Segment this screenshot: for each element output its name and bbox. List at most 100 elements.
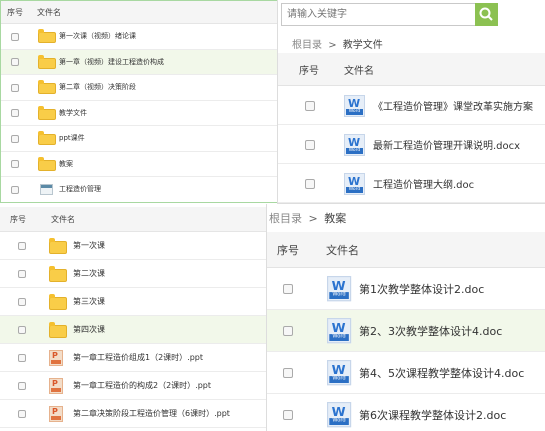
search-button[interactable] xyxy=(475,3,498,26)
word-doc-tag: Word xyxy=(346,147,363,154)
ppt-tag xyxy=(51,416,61,420)
file-name[interactable]: ppt课件 xyxy=(59,133,85,143)
table-header: 序号 文件名 xyxy=(267,232,545,268)
word-doc-tag: Word xyxy=(329,292,349,300)
word-doc-icon: W Word xyxy=(344,172,365,195)
file-name[interactable]: 教学文件 xyxy=(59,108,87,118)
file-name[interactable]: 第二章（视频）决策阶段 xyxy=(59,82,136,92)
thumbnail-header-bar xyxy=(41,184,52,188)
file-name[interactable]: 第2、3次教学整体设计4.doc xyxy=(359,323,502,339)
table-row[interactable]: 第一章（视频）建设工程造价构成 xyxy=(1,49,279,75)
row-checkbox[interactable] xyxy=(11,134,19,143)
row-checkbox[interactable] xyxy=(11,185,19,194)
table-row[interactable]: P 第一章工程造价组成1（2课时）.ppt xyxy=(0,344,268,372)
row-checkbox[interactable] xyxy=(18,354,26,362)
table-row[interactable]: W Word 第6次课程教学整体设计2.doc xyxy=(267,394,545,431)
col-index-header: 序号 xyxy=(7,7,23,17)
table-row[interactable]: 教学文件 xyxy=(1,101,279,126)
table-row[interactable]: 第一次课 xyxy=(0,232,268,260)
file-name[interactable]: 第一章工程造价的构成2（2课时）.ppt xyxy=(73,380,211,391)
file-name[interactable]: 第4、5次课程教学整体设计4.doc xyxy=(359,365,524,381)
row-checkbox[interactable] xyxy=(11,58,19,67)
row-checkbox[interactable] xyxy=(18,298,26,306)
row-checkbox[interactable] xyxy=(305,178,315,189)
row-checkbox[interactable] xyxy=(18,410,26,418)
folder-icon xyxy=(38,131,56,146)
file-name[interactable]: 教案 xyxy=(59,159,73,169)
word-doc-tag: Word xyxy=(329,376,349,384)
file-name[interactable]: 第1次教学整体设计2.doc xyxy=(359,281,484,297)
file-name[interactable]: 工程造价管理大纲.doc xyxy=(373,176,474,191)
file-name[interactable]: 第二次课 xyxy=(73,268,105,279)
word-doc-icon: W Word xyxy=(344,94,365,117)
col-index-header: 序号 xyxy=(10,214,26,224)
table-row[interactable]: W Word 第4、5次课程教学整体设计4.doc xyxy=(267,352,545,394)
col-name-header: 文件名 xyxy=(326,243,359,257)
col-name-header: 文件名 xyxy=(51,214,75,224)
row-checkbox[interactable] xyxy=(18,382,26,390)
file-name[interactable]: 第二章决策阶段工程造价管理（6课时）.ppt xyxy=(73,408,230,419)
table-row[interactable]: 第四次课 xyxy=(0,316,268,344)
breadcrumb: 根目录 > 教案 xyxy=(269,210,346,226)
table-row[interactable]: W Word 工程造价管理大纲.doc xyxy=(278,164,545,203)
file-name[interactable]: 最新工程造价管理开课说明.docx xyxy=(373,137,520,152)
row-checkbox[interactable] xyxy=(305,139,315,150)
table-row[interactable]: ppt课件 xyxy=(1,126,279,152)
table-row[interactable]: W Word 第2、3次教学整体设计4.doc xyxy=(267,310,545,352)
folder-icon xyxy=(49,321,67,338)
breadcrumb-root[interactable]: 根目录 xyxy=(292,40,322,51)
row-checkbox[interactable] xyxy=(11,160,19,169)
word-doc-icon: W Word xyxy=(327,276,352,302)
table-row[interactable]: 第三次课 xyxy=(0,288,268,316)
file-name[interactable]: 第一次课 xyxy=(73,240,105,251)
row-checkbox[interactable] xyxy=(18,270,26,278)
search-bar xyxy=(281,3,498,26)
file-name[interactable]: 第一章（视频）建设工程造价构成 xyxy=(59,57,164,67)
search-input[interactable] xyxy=(282,4,477,25)
table-row[interactable]: W Word 第1次教学整体设计2.doc xyxy=(267,268,545,310)
row-checkbox[interactable] xyxy=(283,284,293,294)
row-checkbox[interactable] xyxy=(283,368,293,378)
row-checkbox[interactable] xyxy=(283,410,293,420)
image-thumbnail-icon xyxy=(40,183,53,195)
table-row[interactable]: P 第一章工程造价的构成2（2课时）.ppt xyxy=(0,372,268,400)
table-row[interactable]: 工程造价管理 xyxy=(1,177,279,202)
table-row[interactable]: W Word 最新工程造价管理开课说明.docx xyxy=(278,125,545,164)
breadcrumb-root[interactable]: 根目录 xyxy=(269,212,302,225)
file-name[interactable]: 第四次课 xyxy=(73,324,105,335)
row-checkbox[interactable] xyxy=(11,83,19,92)
ppt-icon: P xyxy=(49,350,63,366)
file-name[interactable]: 工程造价管理 xyxy=(59,184,101,194)
word-doc-tag: Word xyxy=(346,108,363,115)
word-doc-icon: W Word xyxy=(327,360,352,386)
file-name[interactable]: 第三次课 xyxy=(73,296,105,307)
table-row[interactable]: 第二章（视频）决策阶段 xyxy=(1,75,279,101)
file-name[interactable]: 第一次课（视频）绪论课 xyxy=(59,31,136,41)
table-row[interactable]: 第一次课（视频）绪论课 xyxy=(1,24,279,50)
row-checkbox[interactable] xyxy=(283,326,293,336)
table-row[interactable]: P 第二章决策阶段工程造价管理（6课时）.ppt xyxy=(0,400,268,428)
row-checkbox[interactable] xyxy=(11,109,19,118)
table-row[interactable]: 教案 xyxy=(1,152,279,177)
breadcrumb-separator: > xyxy=(308,212,318,225)
ppt-letter: P xyxy=(52,407,58,416)
ppt-icon: P xyxy=(49,378,63,394)
row-checkbox[interactable] xyxy=(11,32,19,41)
file-name[interactable]: 第一章工程造价组成1（2课时）.ppt xyxy=(73,352,203,363)
breadcrumb-current: 教案 xyxy=(324,212,347,225)
row-checkbox[interactable] xyxy=(305,100,315,111)
file-name[interactable]: 第6次课程教学整体设计2.doc xyxy=(359,407,506,423)
file-name[interactable]: 《工程造价管理》课堂改革实施方案 xyxy=(373,98,533,113)
folder-icon xyxy=(38,54,56,69)
word-doc-icon: W Word xyxy=(344,133,365,156)
row-checkbox[interactable] xyxy=(18,326,26,334)
row-checkbox[interactable] xyxy=(18,242,26,250)
col-index-header: 序号 xyxy=(277,243,299,257)
ppt-letter: P xyxy=(52,379,58,388)
table-row[interactable]: 第二次课 xyxy=(0,260,268,288)
word-doc-icon: W Word xyxy=(327,318,352,344)
table-row[interactable]: W Word 《工程造价管理》课堂改革实施方案 xyxy=(278,86,545,125)
search-icon xyxy=(479,7,493,21)
folder-icon xyxy=(49,293,67,310)
col-name-header: 文件名 xyxy=(37,7,61,17)
